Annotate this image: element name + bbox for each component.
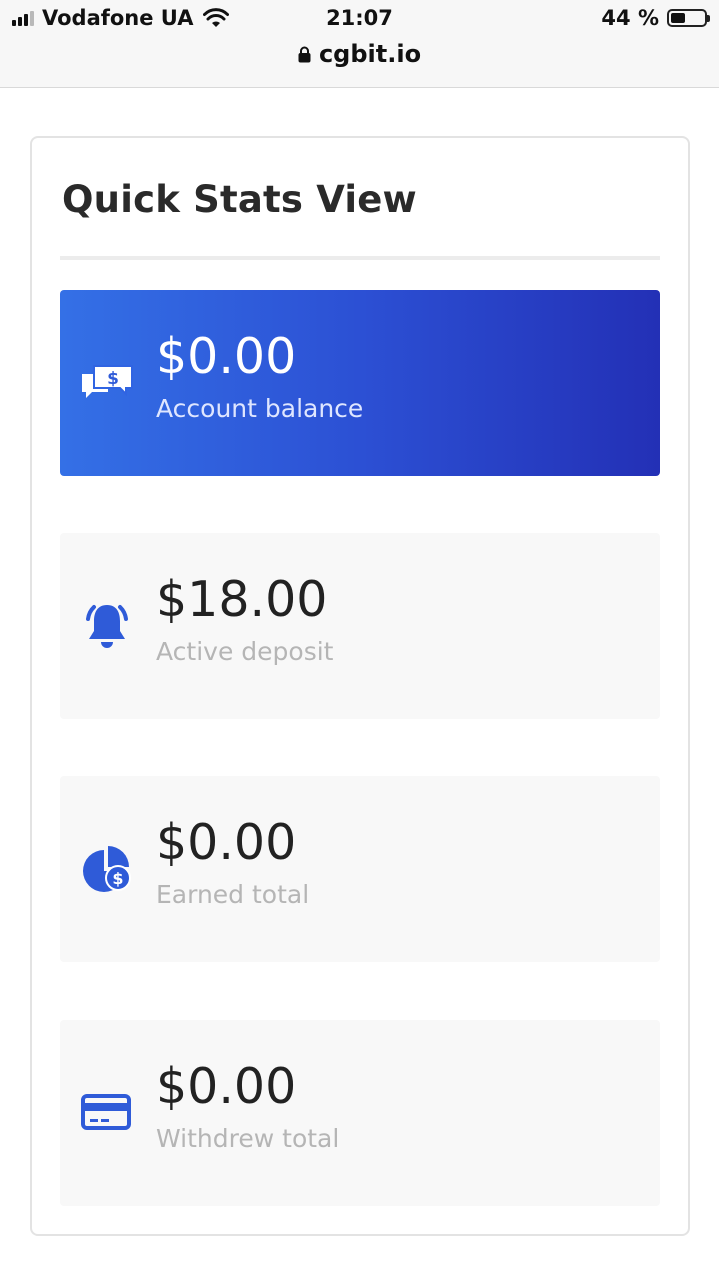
stat-value: $0.00 xyxy=(156,1058,297,1115)
title-divider xyxy=(60,256,660,260)
battery-fill xyxy=(671,13,685,23)
stat-label: Withdrew total xyxy=(156,1124,340,1153)
quick-stats-panel: Quick Stats View $ $0.00 Account balance… xyxy=(30,136,690,1236)
status-bar: Vodafone UA 21:07 44 % cgbit.io xyxy=(0,0,719,88)
svg-text:$: $ xyxy=(107,369,119,389)
stat-label: Active deposit xyxy=(156,637,334,666)
stat-label: Earned total xyxy=(156,880,310,909)
stat-active-deposit: $18.00 Active deposit xyxy=(60,533,660,719)
money-chat-icon: $ xyxy=(82,365,133,398)
stat-account-balance: $ $0.00 Account balance xyxy=(60,290,660,476)
credit-card-icon xyxy=(81,1094,131,1130)
stat-earned-total: $ $0.00 Earned total xyxy=(60,776,660,962)
battery-percent: 44 % xyxy=(601,6,659,30)
status-right: 44 % xyxy=(601,6,710,30)
stat-withdrew-total: $0.00 Withdrew total xyxy=(60,1020,660,1206)
stat-value: $18.00 xyxy=(156,571,328,628)
lock-icon xyxy=(298,46,311,62)
url-text: cgbit.io xyxy=(318,40,422,68)
stat-value: $0.00 xyxy=(156,328,297,385)
svg-text:$: $ xyxy=(112,869,123,888)
battery-icon xyxy=(667,9,710,27)
stat-label: Account balance xyxy=(156,394,364,423)
stat-value: $0.00 xyxy=(156,814,297,871)
panel-title: Quick Stats View xyxy=(62,178,417,221)
bell-icon xyxy=(86,605,128,648)
address-bar[interactable]: cgbit.io xyxy=(0,40,719,68)
pie-dollar-icon: $ xyxy=(83,846,131,892)
